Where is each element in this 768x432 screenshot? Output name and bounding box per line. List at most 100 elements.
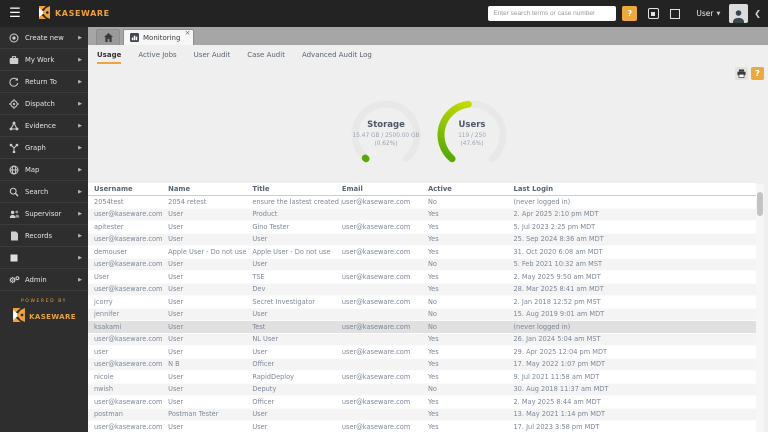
collapse-chevron-icon[interactable]: ❮: [754, 9, 761, 18]
cell-title: Test: [252, 322, 266, 331]
cell-username: user@kaseware.com: [94, 397, 163, 406]
sidebar-item-return-to[interactable]: Return To ▶: [0, 71, 88, 93]
cell-active: Yes: [427, 222, 439, 231]
close-icon[interactable]: ×: [185, 30, 191, 37]
table-row[interactable]: jcorry User Secret Investigator user@kasewa…: [88, 296, 756, 309]
sidebar-item-graph[interactable]: Graph ▶: [0, 137, 88, 159]
cell-name: User: [168, 222, 184, 231]
avatar[interactable]: [729, 4, 749, 23]
table-row[interactable]: user@kaseware.com User Product Yes 2. Apr 20…: [88, 208, 756, 221]
cell-name: User: [168, 385, 184, 394]
table-row[interactable]: ksakami User Test user@kaseware.com No (never…: [88, 321, 756, 334]
cell-name: User: [168, 422, 184, 431]
cell-email: user@kaseware.com: [341, 422, 411, 431]
graph-network-icon: [8, 143, 20, 153]
cell-active: No: [427, 310, 437, 319]
users-gauge: Users 119 / 250 (47.6%): [430, 93, 514, 177]
sidebar-item-search[interactable]: Search ▶: [0, 181, 88, 203]
subtab-usage[interactable]: Usage: [97, 45, 122, 64]
column-header-last-login[interactable]: Last Login: [513, 185, 755, 193]
cell-title: Deputy: [252, 385, 277, 394]
tab-home[interactable]: [96, 29, 120, 45]
cell-title: Gino Tester: [252, 222, 290, 231]
table-row[interactable]: user@kaseware.com User NL User Yes 26. Jan 2…: [88, 333, 756, 346]
cell-title: User: [252, 422, 268, 431]
search-input[interactable]: [488, 6, 617, 21]
sidebar-item-evidence[interactable]: Evidence ▶: [0, 115, 88, 137]
chevron-right-icon: ▶: [78, 188, 82, 195]
table-row[interactable]: jennifer User User No 15. Aug 2019 9:01 am M…: [88, 308, 756, 321]
cell-name: User: [168, 397, 184, 406]
table-row[interactable]: User User TSE user@kaseware.com Yes 2. May 20…: [88, 271, 756, 284]
subtab-active-jobs[interactable]: Active Jobs: [138, 45, 176, 64]
hamburger-menu-icon[interactable]: ☰: [0, 6, 30, 21]
sidebar-item-dispatch[interactable]: Dispatch ▶: [0, 93, 88, 115]
briefcase-icon: [8, 55, 20, 65]
table-row[interactable]: postman Postman Tester User Yes 13. May 2021…: [88, 408, 756, 421]
chevron-right-icon: ▶: [78, 254, 82, 261]
tab-monitoring[interactable]: Monitoring ×: [123, 29, 195, 45]
table-header[interactable]: Username Name Title Email Active Last Login: [88, 183, 756, 196]
sidebar-item-records[interactable]: Records ▶: [0, 225, 88, 247]
kaseware-logo[interactable]: KASEWARE: [38, 4, 110, 23]
sidebar-item-blank[interactable]: ▶: [0, 247, 88, 269]
subtab-user-audit[interactable]: User Audit: [194, 45, 231, 64]
cell-name: User: [168, 347, 184, 356]
cell-active: Yes: [427, 372, 439, 381]
table-row[interactable]: user@kaseware.com User User Yes 25. Sep 2024…: [88, 233, 756, 246]
subtab-bar: Usage Active Jobs User Audit Case Audit Adva…: [88, 45, 768, 64]
table-row[interactable]: user@kaseware.com User Officer user@kasewar…: [88, 396, 756, 409]
table-row[interactable]: nwish User Deputy No 30. Aug 2018 11:37 am M…: [88, 383, 756, 396]
cell-name: User: [168, 322, 184, 331]
chevron-right-icon: ▶: [78, 56, 82, 63]
sidebar-item-label: Graph: [25, 143, 46, 152]
footer-brand-text: KASEWARE: [29, 312, 76, 321]
search-help-button[interactable]: ?: [622, 6, 638, 21]
chevron-right-icon: ▶: [78, 34, 82, 41]
cell-email: user@kaseware.com: [341, 397, 411, 406]
powered-by-text: POWERED BY: [20, 299, 67, 304]
scrollbar[interactable]: [756, 184, 764, 432]
column-header-active[interactable]: Active: [428, 185, 514, 193]
cell-email: user@kaseware.com: [341, 372, 411, 381]
cell-last-login: (never logged in): [513, 322, 571, 331]
cell-username: 2054test: [94, 197, 124, 206]
storage-gauge: Storage 15.47 GB / 2500.00 GB (0.62%): [344, 93, 428, 177]
table-row[interactable]: 2054test 2054 retest ensure the lastest cr…: [88, 196, 756, 209]
cell-email: user@kaseware.com: [341, 347, 411, 356]
help-button[interactable]: ?: [751, 67, 764, 80]
column-header-title[interactable]: Title: [252, 185, 342, 193]
cell-active: Yes: [427, 335, 439, 344]
subtab-advanced-audit-log[interactable]: Advanced Audit Log: [302, 45, 372, 64]
sidebar-item-map[interactable]: Map ▶: [0, 159, 88, 181]
sidebar-item-my-work[interactable]: My Work ▶: [0, 49, 88, 71]
sidebar-item-create-new[interactable]: Create new ▶: [0, 27, 88, 49]
sidebar-item-admin[interactable]: Admin ▶: [0, 269, 88, 291]
table-row[interactable]: user@kaseware.com User User No 5. Feb 2021 1…: [88, 258, 756, 271]
scrollbar-thumb[interactable]: [757, 192, 763, 216]
table-row[interactable]: nicole User RapidDeploy user@kaseware.com Ye…: [88, 371, 756, 384]
table-row[interactable]: user@kaseware.com User User user@kaseware.c…: [88, 421, 756, 432]
table-row[interactable]: apitester User Gino Tester user@kaseware.co…: [88, 221, 756, 234]
dialog-icon[interactable]: [648, 8, 660, 19]
cell-active: Yes: [427, 422, 439, 431]
user-menu[interactable]: User ▼: [696, 9, 720, 18]
cell-username: User: [94, 272, 110, 281]
cell-active: Yes: [427, 360, 439, 369]
table-row[interactable]: user User User user@kaseware.com Yes 29. Apr …: [88, 346, 756, 359]
sidebar-item-supervisor[interactable]: Supervisor ▶: [0, 203, 88, 225]
table-row[interactable]: user@kaseware.com N B Officer Yes 17. May 20…: [88, 358, 756, 371]
subtab-case-audit[interactable]: Case Audit: [247, 45, 285, 64]
chevron-down-icon: ▼: [716, 10, 721, 17]
sidebar-item-label: Map: [25, 165, 40, 174]
table-row[interactable]: demouser Apple User - Do not use Apple Use…: [88, 246, 756, 259]
column-header-email[interactable]: Email: [342, 185, 428, 193]
table-row[interactable]: user@kaseware.com User Dev Yes 28. Mar 2025 …: [88, 283, 756, 296]
sidebar: Create new ▶ My Work ▶ Return To ▶ Dispatch ▶ Ev…: [0, 27, 88, 432]
column-header-name[interactable]: Name: [168, 185, 252, 193]
cell-active: Yes: [427, 285, 439, 294]
column-header-username[interactable]: Username: [88, 185, 168, 193]
cell-last-login: 2. May 2025 8:44 am MDT: [513, 397, 601, 406]
fullscreen-icon[interactable]: [670, 8, 681, 19]
print-button[interactable]: [735, 67, 748, 80]
